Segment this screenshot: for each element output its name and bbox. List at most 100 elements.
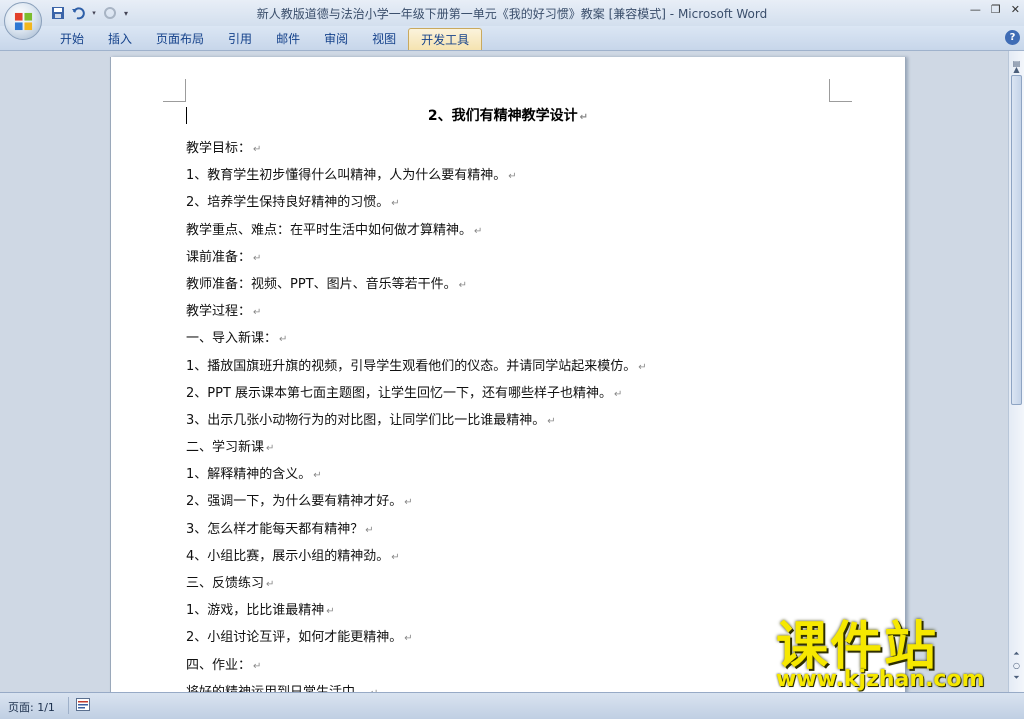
paragraph-mark: ↵ — [253, 144, 262, 155]
paragraph-text: 1、解释精神的含义。 — [186, 467, 312, 483]
status-separator — [68, 697, 69, 714]
paragraph-text: 2、强调一下，为什么要有精神才好。 — [186, 494, 403, 510]
paragraph-text: 1、教育学生初步懂得什么叫精神，人为什么要有精神。 — [186, 168, 507, 184]
paragraph-mark: ↵ — [313, 470, 322, 482]
paragraph-mark: ↵ — [253, 252, 262, 264]
paragraph-mark: ↵ — [404, 633, 413, 645]
ribbon-tab[interactable]: 审阅 — [312, 28, 360, 50]
document-paragraph: 1、教育学生初步懂得什么叫精神，人为什么要有精神。 ↵ — [186, 162, 647, 189]
paragraph-mark: ↵ — [266, 443, 275, 455]
document-paragraph: 四、作业： ↵ — [186, 652, 647, 679]
help-icon[interactable]: ? — [1005, 30, 1020, 45]
next-page-icon[interactable]: ⏷ — [1010, 671, 1023, 684]
document-paragraph: 2、小组讨论互评，如何才能更精神。 ↵ — [186, 624, 647, 651]
document-paragraph: 4、小组比赛，展示小组的精神劲。 ↵ — [186, 543, 647, 570]
ribbon-tab[interactable]: 页面布局 — [144, 28, 216, 50]
paragraph-mark: ↵ — [266, 579, 275, 590]
paragraph-mark: ↵ — [391, 551, 400, 563]
document-paragraph: 3、怎么样才能每天都有精神？ ↵ — [186, 516, 647, 543]
margin-corner-top-right — [829, 79, 852, 102]
ribbon-tab[interactable]: 插入 — [96, 28, 144, 50]
app-name: Microsoft Word — [677, 7, 768, 21]
ribbon-tab[interactable]: 引用 — [216, 28, 264, 50]
paragraph-text: 2、培养学生保持良好精神的习惯。 — [186, 195, 390, 211]
document-paragraph: 3、出示几张小动物行为的对比图，让同学们比一比谁最精神。 ↵ — [186, 407, 647, 434]
document-title: 2、我们有精神教学设计 ↵ — [111, 105, 905, 125]
document-paragraph: 二、学习新课 ↵ — [186, 434, 647, 461]
scrollbar-thumb[interactable] — [1011, 75, 1022, 405]
paragraph-text: 教学过程： — [186, 304, 252, 320]
paragraph-text: 3、出示几张小动物行为的对比图，让同学们比一比谁最精神。 — [186, 412, 546, 428]
document-paragraph: 三、反馈练习 ↵ — [186, 570, 647, 597]
paragraph-mark: ↵ — [404, 497, 413, 509]
ribbon-tab[interactable]: 邮件 — [264, 28, 312, 50]
watermark-logo: 课件站 www.kjzhan.com — [776, 617, 1006, 695]
document-paragraph: 2、培养学生保持良好精神的习惯。 ↵ — [186, 189, 647, 216]
paragraph-mark: ↵ — [253, 660, 262, 672]
document-paragraph: 将好的精神运用到日常生活中。↵ — [186, 679, 647, 692]
paragraph-mark: ↵ — [474, 225, 483, 237]
paragraph-text: 教学目标： — [186, 141, 252, 156]
ribbon-tab[interactable]: 视图 — [360, 28, 408, 50]
page-count[interactable]: 页面: 1/1 — [8, 699, 55, 715]
paragraph-text: 教学重点、难点：在平时生活中如何做才算精神。 — [186, 222, 473, 238]
paragraph-text: 1、播放国旗班升旗的视频，引导学生观看他们的仪态。并请同学站起来模仿。 — [186, 358, 637, 374]
paragraph-text: 四、作业： — [186, 657, 252, 673]
paragraph-text: 1、游戏，比比谁最精神 — [186, 603, 325, 619]
window-title: 新人教版道德与法治小学一年级下册第一单元《我的好习惯》教案 [兼容模式] - M… — [0, 5, 1024, 22]
document-paragraph: 一、导入新课： ↵ — [186, 325, 647, 352]
document-workspace: 2、我们有精神教学设计 ↵ 教学目标： ↵ 1、教育学生初步懂得什么叫精神，人为什么要… — [0, 51, 1008, 692]
margin-corner-top-left — [163, 79, 186, 102]
paragraph-text: 将好的精神运用到日常生活中。 — [186, 685, 368, 692]
paragraph-mark: ↵ — [547, 415, 556, 427]
document-paragraph: 教师准备：视频、PPT、图片、音乐等若干件。 ↵ — [186, 271, 647, 298]
paragraph-text: 3、怎么样才能每天都有精神？ — [186, 521, 364, 537]
paragraph-text: 2、小组讨论互评，如何才能更精神。 — [186, 630, 403, 646]
ribbon-tab[interactable]: 开发工具 — [408, 28, 483, 50]
paragraph-text: 二、学习新课 — [186, 440, 265, 456]
office-logo-icon — [14, 12, 33, 31]
paragraph-text: 教师准备：视频、PPT、图片、音乐等若干件。 — [186, 276, 457, 292]
paragraph-mark: ↵ — [458, 279, 468, 291]
title-separator: - — [665, 7, 678, 21]
document-name: 新人教版道德与法治小学一年级下册第一单元《我的好习惯》教案 [兼容模式] — [256, 7, 666, 21]
vertical-scrollbar[interactable]: ▤ ▲ ⏶ ○ ⏷ — [1008, 51, 1024, 692]
watermark-url: www.kjzhan.com — [776, 667, 985, 692]
document-page[interactable]: 2、我们有精神教学设计 ↵ 教学目标： ↵ 1、教育学生初步懂得什么叫精神，人为什么要… — [110, 57, 906, 692]
close-icon[interactable]: ✕ — [1011, 3, 1020, 16]
document-paragraph: 课前准备： ↵ — [186, 244, 647, 271]
proofing-icon[interactable] — [76, 698, 90, 711]
document-paragraph: 1、解释精神的含义。 ↵ — [186, 461, 647, 488]
paragraph-mark: ↵ — [365, 524, 374, 536]
paragraph-text: 一、导入新课： — [186, 331, 278, 347]
ribbon: 开始 插入 页面布局 引用 邮件 审阅 视图 开发工具 ? — [0, 26, 1024, 51]
document-paragraph: 1、游戏，比比谁最精神 ↵ — [186, 597, 647, 624]
paragraph-text: 4、小组比赛，展示小组的精神劲。 — [186, 548, 390, 564]
restore-icon[interactable]: ❐ — [991, 3, 1001, 16]
office-button[interactable] — [4, 2, 42, 40]
title-bar: ▾ ▾ 新人教版道德与法治小学一年级下册第一单元《我的好习惯》教案 [兼容模式]… — [0, 0, 1024, 40]
status-bar: 页面: 1/1 — [0, 692, 1024, 719]
document-paragraph: 教学目标： ↵ — [186, 135, 647, 162]
minimize-icon[interactable]: — — [970, 3, 981, 16]
paragraph-mark: ↵ — [579, 112, 589, 123]
paragraph-mark: ↵ — [326, 606, 335, 618]
document-paragraph: 教学重点、难点：在平时生活中如何做才算精神。 ↵ — [186, 217, 647, 244]
paragraph-mark: ↵ — [253, 307, 262, 319]
paragraph-mark: ↵ — [508, 171, 517, 183]
document-paragraph: 2、PPT 展示课本第七面主题图，让学生回忆一下，还有哪些样子也精神。 ↵ — [186, 380, 647, 407]
document-body: 教学目标： ↵ 1、教育学生初步懂得什么叫精神，人为什么要有精神。 ↵ 2、培养学生保持… — [186, 135, 647, 692]
paragraph-mark: ↵ — [638, 361, 647, 373]
paragraph-mark: ↵ — [279, 334, 288, 346]
paragraph-text: 2、PPT 展示课本第七面主题图，让学生回忆一下，还有哪些样子也精神。 — [186, 385, 613, 401]
ribbon-tabs: 开始 插入 页面布局 引用 邮件 审阅 视图 开发工具 — [48, 28, 483, 50]
document-title-text: 2、我们有精神教学设计 — [427, 108, 578, 124]
document-paragraph: 2、强调一下，为什么要有精神才好。 ↵ — [186, 488, 647, 515]
document-paragraph: 1、播放国旗班升旗的视频，引导学生观看他们的仪态。并请同学站起来模仿。 ↵ — [186, 353, 647, 380]
paragraph-mark: ↵ — [391, 198, 400, 210]
paragraph-mark: ↵ — [614, 388, 623, 400]
window-controls: — ❐ ✕ — [970, 3, 1020, 16]
paragraph-text: 课前准备： — [186, 249, 252, 265]
ribbon-tab[interactable]: 开始 — [48, 28, 96, 50]
paragraph-text: 三、反馈练习 — [186, 576, 265, 591]
